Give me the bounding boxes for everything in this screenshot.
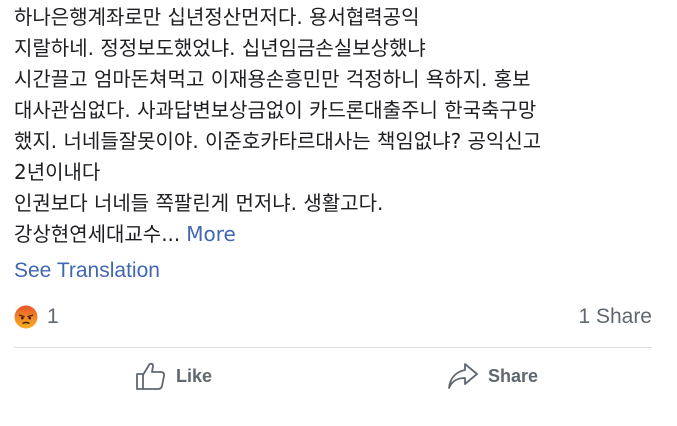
reactions-bar: 1 1 Share — [14, 300, 652, 334]
divider — [14, 347, 652, 348]
post-text-truncated: 강상현연세대교수... — [14, 222, 181, 246]
like-label: Like — [175, 365, 213, 386]
post-text-line: 2년이내다 — [14, 160, 101, 184]
post-text-line: 대사관심없다. 사과답변보상금없이 카드론대출주니 한국축구망 — [14, 98, 537, 122]
post-text-line: 하나은행계좌로만 십년정산먼저다. 용서협력공익 — [14, 5, 420, 29]
share-button[interactable]: Share — [333, 356, 652, 396]
post-text-line: 지랄하네. 정정보도했었냐. 십년임금손실보상했냐 — [14, 36, 426, 60]
post-text-last-line: 강상현연세대교수... More — [14, 219, 664, 250]
like-button[interactable]: Like — [14, 356, 333, 396]
more-link[interactable]: More — [186, 222, 236, 246]
share-arrow-icon — [448, 363, 478, 389]
post-actions: Like Share — [14, 356, 652, 396]
reaction-count: 1 — [47, 305, 59, 328]
share-label: Share — [487, 365, 539, 386]
post-text: 하나은행계좌로만 십년정산먼저다. 용서협력공익 지랄하네. 정정보도했었냐. … — [14, 2, 664, 250]
post-text-line: 시간끌고 엄마돈쳐먹고 이재용손흥민만 걱정하니 욕하지. 홍보 — [14, 67, 531, 91]
reaction-summary[interactable]: 1 — [14, 305, 59, 329]
share-count[interactable]: 1 Share — [578, 305, 652, 329]
angry-reaction-icon — [14, 305, 38, 329]
see-translation-link[interactable]: See Translation — [14, 256, 160, 286]
post-text-line: 인권보다 너네들 쪽팔린게 먼저냐. 생활고다. — [14, 191, 384, 215]
post-text-line: 했지. 너네들잘못이야. 이준호카타르대사는 책임없냐? 공익신고 — [14, 129, 542, 153]
thumbs-up-icon — [136, 362, 166, 390]
